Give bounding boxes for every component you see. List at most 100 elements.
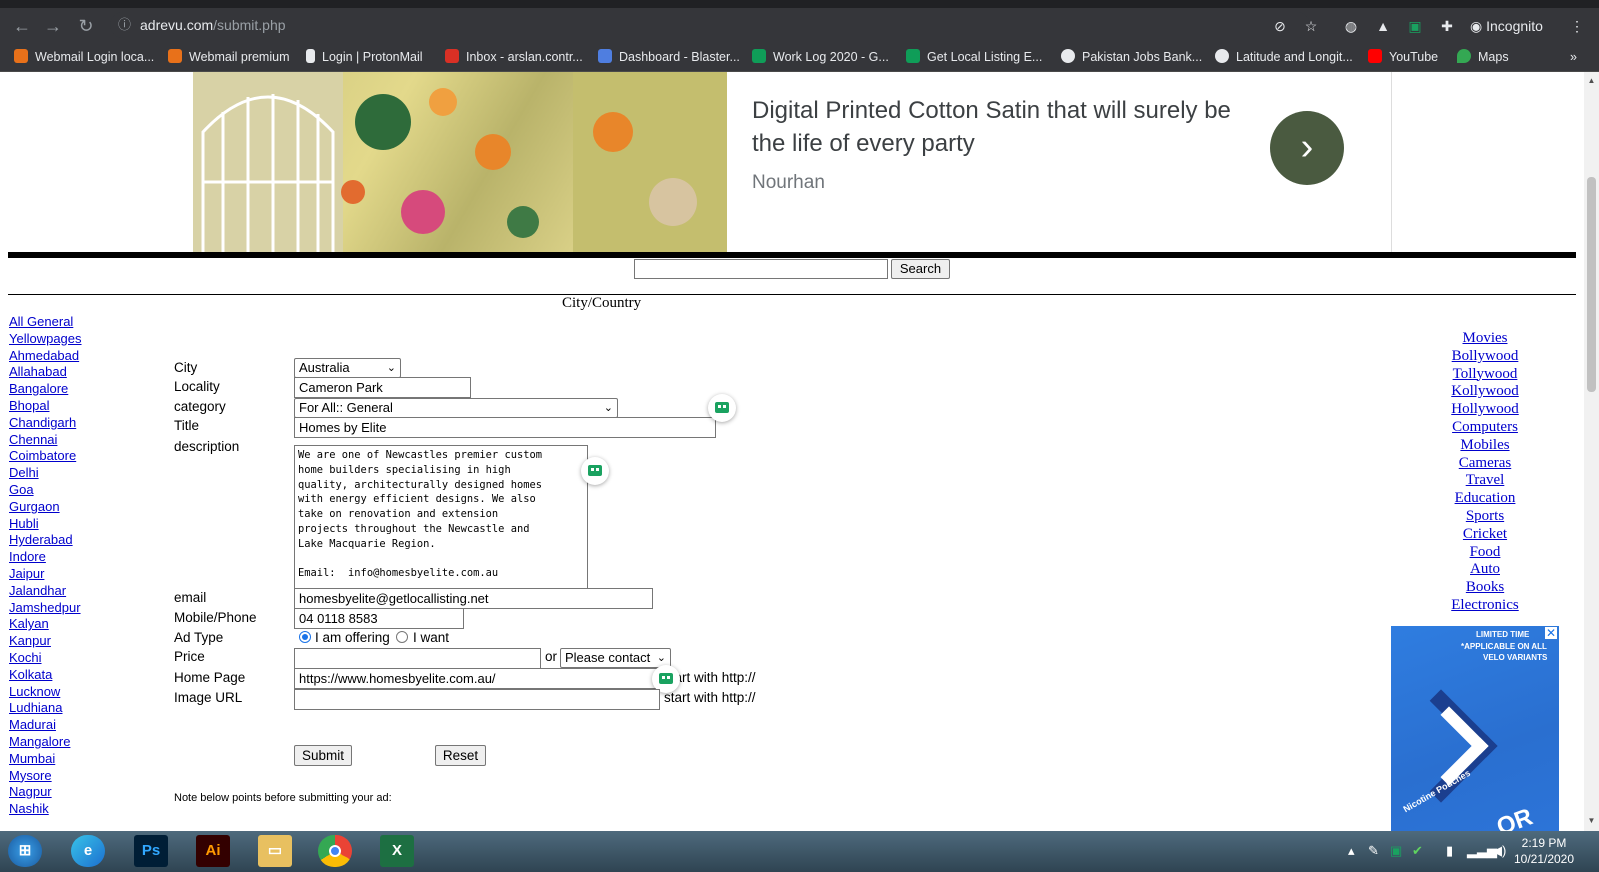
menu-kebab-icon[interactable]: ⋮ [1570, 16, 1584, 36]
search-button[interactable]: Search [891, 259, 950, 279]
bookmark-latitude[interactable]: Latitude and Longit... [1215, 48, 1353, 66]
ad-image[interactable] [193, 72, 727, 256]
city-link[interactable]: Chennai [9, 432, 82, 449]
phone-input[interactable]: 04 0118 8583 [294, 608, 464, 629]
city-link[interactable]: Goa [9, 482, 82, 499]
incognito-profile[interactable]: ◉ Incognito [1470, 16, 1560, 36]
reload-icon[interactable]: ↻ [76, 16, 96, 36]
city-link[interactable]: Mysore [9, 768, 82, 785]
site-info-icon[interactable]: ⓘ [118, 12, 131, 38]
category-link[interactable]: Movies [1440, 330, 1530, 348]
bookmark-dashboard[interactable]: Dashboard - Blaster... [598, 48, 740, 66]
city-link[interactable]: Bangalore [9, 381, 82, 398]
category-link[interactable]: Hollywood [1440, 401, 1530, 419]
city-link[interactable]: Ahmedabad [9, 348, 82, 365]
category-link[interactable]: Education [1440, 490, 1530, 508]
category-link[interactable]: Travel [1440, 472, 1530, 490]
ad-next-chevron-icon[interactable]: › [1270, 111, 1344, 185]
city-link[interactable]: All General [9, 314, 82, 331]
category-link[interactable]: Mobiles [1440, 437, 1530, 455]
bookmark-work-log[interactable]: Work Log 2020 - G... [752, 48, 889, 66]
puzzle-icon[interactable]: ✚ [1437, 16, 1457, 36]
homepage-input[interactable]: https://www.homesbyelite.com.au/ [294, 668, 660, 689]
scroll-thumb[interactable] [1587, 177, 1596, 392]
city-link[interactable]: Hubli [9, 516, 82, 533]
category-link[interactable]: Electronics [1440, 597, 1530, 615]
city-link[interactable]: Gurgaon [9, 499, 82, 516]
city-link[interactable]: Jaipur [9, 566, 82, 583]
ad-advertiser[interactable]: Nourhan [752, 172, 825, 194]
pen-icon[interactable]: ✎ [1368, 843, 1379, 859]
city-link[interactable]: Indore [9, 549, 82, 566]
city-link[interactable]: Hyderabad [9, 532, 82, 549]
city-link[interactable]: Kalyan [9, 616, 82, 633]
globe-extension-icon[interactable]: ◍ [1341, 16, 1361, 36]
adtype-offering-radio[interactable] [299, 631, 311, 643]
price-contact-select[interactable]: Please contact ⌄ [560, 648, 671, 668]
category-link[interactable]: Bollywood [1440, 348, 1530, 366]
city-link[interactable]: Delhi [9, 465, 82, 482]
bookmarks-overflow[interactable]: » [1570, 48, 1577, 66]
adtype-want-radio[interactable] [396, 631, 408, 643]
city-link[interactable]: Nagpur [9, 784, 82, 801]
category-link[interactable]: Computers [1440, 419, 1530, 437]
category-link[interactable]: Food [1440, 544, 1530, 562]
ad-headline[interactable]: Digital Printed Cotton Satin that will s… [752, 94, 1252, 160]
bookmark-webmail-login[interactable]: Webmail Login loca... [14, 48, 154, 66]
bookmark-pakistan-jobs[interactable]: Pakistan Jobs Bank... [1061, 48, 1202, 66]
taskbar-clock[interactable]: 2:19 PM 10/21/2020 [1512, 835, 1576, 867]
explorer-app[interactable]: ▭ [258, 835, 292, 867]
category-link[interactable]: Auto [1440, 561, 1530, 579]
forward-icon[interactable]: → [43, 16, 63, 36]
scroll-down-icon[interactable]: ▼ [1587, 816, 1596, 825]
adtype-want-label[interactable]: I want [413, 630, 449, 645]
illustrator-app[interactable]: Ai [196, 835, 230, 867]
city-link[interactable]: Madurai [9, 717, 82, 734]
search-input[interactable] [634, 259, 888, 279]
page-scrollbar[interactable]: ▲ ▼ [1584, 72, 1599, 831]
bookmark-protonmail[interactable]: Login | ProtonMail [306, 48, 423, 66]
category-select[interactable]: For All:: General ⌄ [294, 398, 618, 418]
bookmark-get-local-listing[interactable]: Get Local Listing E... [906, 48, 1042, 66]
url-bar[interactable]: ⓘ adrevu.com/submit.php [110, 12, 1310, 38]
category-link[interactable]: Cameras [1440, 455, 1530, 473]
photoshop-app[interactable]: Ps [134, 835, 168, 867]
imageurl-input[interactable] [294, 689, 660, 710]
category-link[interactable]: Kollywood [1440, 383, 1530, 401]
tray-expand-icon[interactable]: ▴ [1348, 843, 1355, 859]
start-button[interactable]: ⊞ [8, 835, 42, 867]
grammar-tray-icon[interactable]: ▣ [1390, 843, 1402, 859]
excel-app[interactable]: X [380, 835, 414, 867]
title-input[interactable]: Homes by Elite [294, 417, 716, 438]
city-select[interactable]: Australia ⌄ [294, 358, 401, 378]
locality-input[interactable]: Cameron Park [294, 377, 471, 398]
grammar-check-icon[interactable] [708, 394, 736, 422]
city-link[interactable]: Jamshedpur [9, 600, 82, 617]
city-link[interactable]: Kochi [9, 650, 82, 667]
category-link[interactable]: Tollywood [1440, 366, 1530, 384]
city-link[interactable]: Coimbatore [9, 448, 82, 465]
city-link[interactable]: Bhopal [9, 398, 82, 415]
city-link[interactable]: Allahabad [9, 364, 82, 381]
city-link[interactable]: Kolkata [9, 667, 82, 684]
back-icon[interactable]: ← [12, 16, 32, 36]
battery-icon[interactable]: ▮ [1446, 843, 1453, 859]
bookmark-inbox[interactable]: Inbox - arslan.contr... [445, 48, 583, 66]
chrome-app[interactable] [318, 835, 352, 867]
city-link[interactable]: Mangalore [9, 734, 82, 751]
edge-app[interactable]: e [71, 835, 105, 867]
bookmark-youtube[interactable]: YouTube [1368, 48, 1438, 66]
description-textarea[interactable]: We are one of Newcastles premier custom … [294, 445, 588, 595]
submit-button[interactable]: Submit [294, 745, 352, 766]
email-input[interactable]: homesbyelite@getlocallisting.net [294, 588, 653, 609]
city-link[interactable]: Kanpur [9, 633, 82, 650]
check-tray-icon[interactable]: ✔ [1412, 843, 1423, 859]
scroll-up-icon[interactable]: ▲ [1587, 76, 1596, 85]
volume-icon[interactable]: ◀) [1492, 843, 1506, 859]
city-link[interactable]: Jalandhar [9, 583, 82, 600]
city-link[interactable]: Lucknow [9, 684, 82, 701]
city-link[interactable]: Yellowpages [9, 331, 82, 348]
ad-close-icon[interactable]: ✕ [1545, 627, 1557, 639]
city-link[interactable]: Chandigarh [9, 415, 82, 432]
bookmark-star-icon[interactable]: ☆ [1301, 16, 1321, 36]
